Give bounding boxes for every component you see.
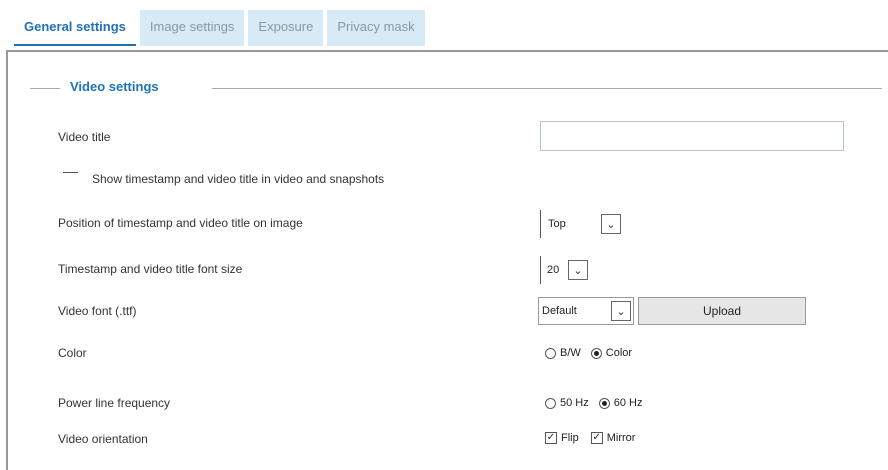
legend-divider-left (30, 88, 60, 89)
video-font-label: Video font (.ttf) (58, 304, 137, 318)
mirror-label: Mirror (606, 432, 636, 444)
chevron-down-icon[interactable]: ⌄ (601, 214, 621, 234)
tab-image-settings[interactable]: Image settings (139, 10, 245, 46)
tab-privacy-mask[interactable]: Privacy mask (327, 10, 425, 46)
position-select[interactable]: Top ⌄ (540, 210, 630, 238)
chevron-down-icon[interactable]: ⌄ (568, 260, 588, 280)
font-size-label: Timestamp and video title font size (58, 262, 243, 276)
video-orientation-group: ✓ Flip ✓ Mirror (545, 432, 635, 444)
color-bw-label: B/W (560, 347, 581, 359)
tab-exposure[interactable]: Exposure (248, 10, 324, 46)
color-color-radio[interactable] (590, 347, 602, 359)
font-size-select-value: 20 (547, 264, 560, 276)
power-line-radio-group: 50 Hz 60 Hz (545, 397, 643, 409)
color-label: Color (58, 346, 87, 360)
color-color-label: Color (605, 347, 633, 359)
color-radio-group: B/W Color (545, 347, 632, 359)
mirror-checkbox[interactable]: ✓ (590, 432, 603, 444)
font-size-select-edge (540, 256, 541, 284)
video-title-input[interactable] (540, 121, 844, 151)
power-line-frequency-label: Power line frequency (58, 396, 171, 410)
flip-checkbox[interactable]: ✓ (545, 432, 557, 444)
tab-general-settings[interactable]: General settings (14, 10, 136, 46)
position-select-edge (540, 210, 541, 238)
power-50hz-label: 50 Hz (560, 397, 589, 409)
font-size-select[interactable]: 20 ⌄ (540, 256, 600, 284)
video-orientation-label: Video orientation (58, 432, 148, 446)
settings-tabs: General settings Image settings Exposure… (14, 10, 425, 46)
show-timestamp-checkbox[interactable] (63, 172, 78, 173)
power-60hz-radio[interactable] (598, 397, 610, 409)
section-title-video-settings: Video settings (70, 79, 159, 94)
position-select-value: Top (548, 218, 566, 230)
legend-divider-right (212, 88, 882, 89)
power-50hz-radio[interactable] (545, 397, 556, 409)
show-timestamp-label: Show timestamp and video title in video … (92, 172, 385, 186)
video-font-select[interactable]: Default ⌄ (538, 297, 634, 325)
upload-button[interactable]: Upload (638, 297, 806, 325)
position-label: Position of timestamp and video title on… (58, 216, 303, 230)
video-title-label: Video title (58, 130, 111, 144)
color-bw-radio[interactable] (545, 347, 556, 359)
power-60hz-label: 60 Hz (613, 397, 643, 409)
chevron-down-icon[interactable]: ⌄ (611, 301, 631, 321)
flip-label: Flip (561, 432, 579, 444)
video-font-select-value: Default (542, 305, 577, 317)
